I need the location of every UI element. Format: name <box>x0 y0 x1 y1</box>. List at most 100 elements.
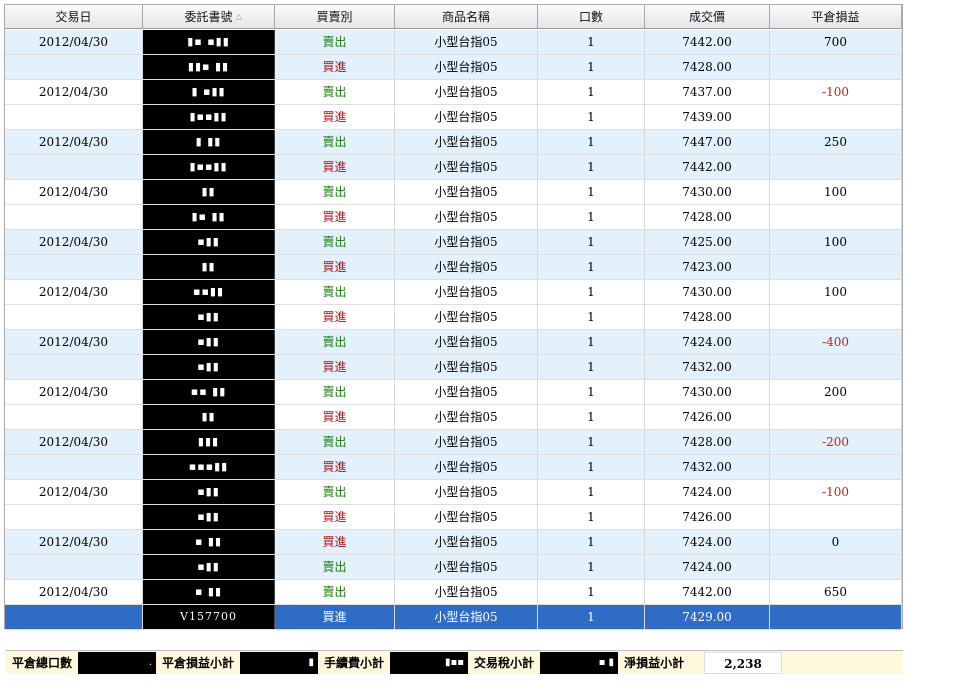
table-row[interactable]: ▮▪▪▮▮ 買進 小型台指05 1 7439.00 <box>5 105 902 130</box>
quantity-cell: 1 <box>538 255 645 279</box>
close-pnl-cell: 250 <box>770 130 902 154</box>
column-header-trade-date[interactable]: 交易日 <box>5 5 143 29</box>
side-cell: 買進 <box>275 205 395 229</box>
quantity-cell: 1 <box>538 605 645 629</box>
order-number-cell: ▮▮ <box>143 405 275 429</box>
table-row[interactable]: ▪▪▪▮▮ 買進 小型台指05 1 7432.00 <box>5 455 902 480</box>
fill-price-cell: 7424.00 <box>645 480 770 504</box>
quantity-cell: 1 <box>538 580 645 604</box>
product-name-cell: 小型台指05 <box>395 605 538 629</box>
order-number-cell: ▪▮▮ <box>143 505 275 529</box>
table-row[interactable]: 2012/04/30 ▮▪ ▪▮▮ 賣出 小型台指05 1 7442.00 700 <box>5 30 902 55</box>
order-number-cell: ▪▪▪▮▮ <box>143 455 275 479</box>
table-row[interactable]: ▮▮ 買進 小型台指05 1 7423.00 <box>5 255 902 280</box>
order-number-cell: ▪▮▮ <box>143 355 275 379</box>
fill-price-cell: 7424.00 <box>645 330 770 354</box>
close-pnl-cell: -400 <box>770 330 902 354</box>
close-pnl-cell <box>770 105 902 129</box>
fee-subtotal-label: 手續費小計 <box>324 656 385 670</box>
pnl-subtotal-label: 平倉損益小計 <box>162 656 235 670</box>
trade-date-cell: 2012/04/30 <box>5 80 143 104</box>
trade-date-cell <box>5 605 143 629</box>
order-number-cell: ▪ ▮▮ <box>143 530 275 554</box>
fill-price-cell: 7432.00 <box>645 355 770 379</box>
table-row[interactable]: 2012/04/30 ▮ ▪▮▮ 賣出 小型台指05 1 7437.00 -100 <box>5 80 902 105</box>
table-row[interactable]: ▪▮▮ 賣出 小型台指05 1 7424.00 <box>5 555 902 580</box>
side-cell: 賣出 <box>275 430 395 454</box>
product-name-cell: 小型台指05 <box>395 455 538 479</box>
close-pnl-cell: 100 <box>770 230 902 254</box>
close-pnl-cell <box>770 305 902 329</box>
fill-price-cell: 7428.00 <box>645 55 770 79</box>
order-number-cell: ▮▮ <box>143 255 275 279</box>
trade-date-cell <box>5 405 143 429</box>
quantity-cell: 1 <box>538 205 645 229</box>
table-row[interactable]: ▪▮▮ 買進 小型台指05 1 7428.00 <box>5 305 902 330</box>
trade-grid: 交易日 委託書號 △ 買賣別 商品名稱 口數 成交價 平倉損益 2012/04/3… <box>4 4 903 630</box>
trade-date-cell <box>5 305 143 329</box>
table-row[interactable]: 2012/04/30 ▪ ▮▮ 賣出 小型台指05 1 7442.00 650 <box>5 580 902 605</box>
table-row[interactable]: 2012/04/30 ▪▮▮ 賣出 小型台指05 1 7425.00 100 <box>5 230 902 255</box>
side-cell: 買進 <box>275 255 395 279</box>
table-row[interactable]: ▪▮▮ 買進 小型台指05 1 7432.00 <box>5 355 902 380</box>
quantity-cell: 1 <box>538 405 645 429</box>
table-row[interactable]: 2012/04/30 ▪▪ ▮▮ 賣出 小型台指05 1 7430.00 200 <box>5 380 902 405</box>
side-cell: 賣出 <box>275 580 395 604</box>
side-cell: 買進 <box>275 505 395 529</box>
trade-date-cell: 2012/04/30 <box>5 530 143 554</box>
column-header-fill-price[interactable]: 成交價 <box>645 5 770 29</box>
table-row[interactable]: 2012/04/30 ▪▮▮ 賣出 小型台指05 1 7424.00 -400 <box>5 330 902 355</box>
fill-price-cell: 7424.00 <box>645 530 770 554</box>
side-cell: 賣出 <box>275 30 395 54</box>
close-pnl-cell: -100 <box>770 80 902 104</box>
product-name-cell: 小型台指05 <box>395 280 538 304</box>
table-row[interactable]: 2012/04/30 ▪ ▮▮ 買進 小型台指05 1 7424.00 0 <box>5 530 902 555</box>
close-pnl-cell: 100 <box>770 180 902 204</box>
close-pnl-cell <box>770 505 902 529</box>
table-row[interactable]: V157700 買進 小型台指05 1 7429.00 <box>5 605 902 630</box>
fill-price-cell: 7426.00 <box>645 505 770 529</box>
close-pnl-cell: 100 <box>770 280 902 304</box>
table-row[interactable]: ▮▮▪ ▮▮ 買進 小型台指05 1 7428.00 <box>5 55 902 80</box>
side-cell: 買進 <box>275 55 395 79</box>
trade-date-cell <box>5 505 143 529</box>
table-row[interactable]: 2012/04/30 ▪▪▮▮ 賣出 小型台指05 1 7430.00 100 <box>5 280 902 305</box>
fill-price-cell: 7428.00 <box>645 430 770 454</box>
order-number-cell: ▮ ▮▮ <box>143 130 275 154</box>
product-name-cell: 小型台指05 <box>395 330 538 354</box>
close-pnl-cell: 700 <box>770 30 902 54</box>
side-cell: 買進 <box>275 105 395 129</box>
close-pnl-cell: -200 <box>770 430 902 454</box>
column-header-close-pnl[interactable]: 平倉損益 <box>770 5 902 29</box>
product-name-cell: 小型台指05 <box>395 305 538 329</box>
close-pnl-cell <box>770 355 902 379</box>
fill-price-cell: 7428.00 <box>645 205 770 229</box>
column-header-side[interactable]: 買賣別 <box>275 5 395 29</box>
product-name-cell: 小型台指05 <box>395 80 538 104</box>
product-name-cell: 小型台指05 <box>395 405 538 429</box>
side-cell: 買進 <box>275 605 395 629</box>
order-number-cell: ▮ ▪▮▮ <box>143 80 275 104</box>
column-header-order-number[interactable]: 委託書號 △ <box>143 5 275 29</box>
table-row[interactable]: ▮▪▪▮▮ 買進 小型台指05 1 7442.00 <box>5 155 902 180</box>
quantity-cell: 1 <box>538 505 645 529</box>
grid-header: 交易日 委託書號 △ 買賣別 商品名稱 口數 成交價 平倉損益 <box>5 5 902 29</box>
table-row[interactable]: ▪▮▮ 買進 小型台指05 1 7426.00 <box>5 505 902 530</box>
order-number-cell: ▪▮▮ <box>143 330 275 354</box>
order-number-cell: ▪▮▮ <box>143 480 275 504</box>
close-pnl-cell <box>770 55 902 79</box>
table-row[interactable]: ▮▮ 買進 小型台指05 1 7426.00 <box>5 405 902 430</box>
column-header-quantity[interactable]: 口數 <box>538 5 645 29</box>
table-row[interactable]: 2012/04/30 ▮ ▮▮ 賣出 小型台指05 1 7447.00 250 <box>5 130 902 155</box>
table-row[interactable]: 2012/04/30 ▮▮ 賣出 小型台指05 1 7430.00 100 <box>5 180 902 205</box>
summary-bar: 平倉總口數 . 平倉損益小計 ▮ 手續費小計 ▮▪▪ 交易稅小計 ▪ ▮ 淨損益… <box>6 650 903 674</box>
side-cell: 買進 <box>275 405 395 429</box>
column-header-product-name[interactable]: 商品名稱 <box>395 5 538 29</box>
table-row[interactable]: 2012/04/30 ▮▮▮ 賣出 小型台指05 1 7428.00 -200 <box>5 430 902 455</box>
net-pnl-value: 2,238 <box>704 651 783 674</box>
table-row[interactable]: ▮▪ ▮▮ 買進 小型台指05 1 7428.00 <box>5 205 902 230</box>
quantity-cell: 1 <box>538 130 645 154</box>
side-cell: 賣出 <box>275 230 395 254</box>
order-number-cell: ▪▪▮▮ <box>143 280 275 304</box>
table-row[interactable]: 2012/04/30 ▪▮▮ 賣出 小型台指05 1 7424.00 -100 <box>5 480 902 505</box>
